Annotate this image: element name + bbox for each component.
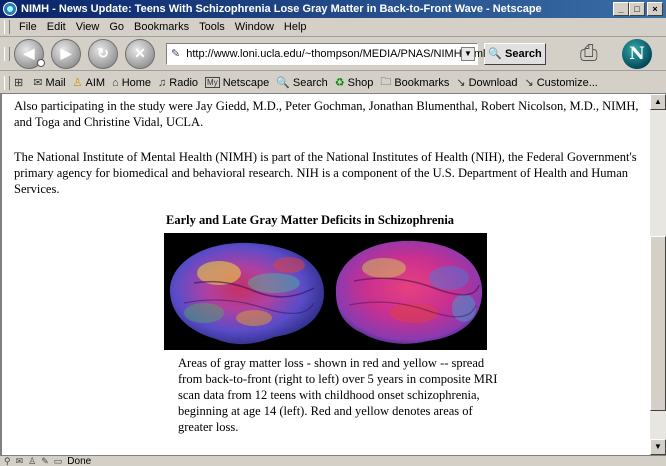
vertical-scrollbar[interactable]: ▲ ▼ — [650, 94, 666, 455]
url-field[interactable]: ✎ http://www.loni.ucla.edu/~thompson/MED… — [166, 42, 485, 65]
netscape-app-icon[interactable] — [3, 2, 17, 16]
figure-title: Early and Late Gray Matter Deficits in S… — [166, 213, 455, 227]
page-proxy-icon[interactable]: ✎ — [171, 48, 180, 60]
shop-icon: ♻ — [334, 77, 345, 89]
download-icon: ↘ — [456, 77, 466, 89]
status-bar: ⚲ ✉ ♙ ✎ ▭ Done — [0, 455, 666, 466]
menu-file[interactable]: File — [14, 21, 42, 33]
toolbar-customize[interactable]: ↘ Customize... — [524, 76, 598, 90]
navigation-toolbar: ◀ ▶ ↻ ✕ ✎ http://www.loni.ucla.edu/~thom… — [0, 37, 666, 71]
tab-toggle[interactable]: ⊞ — [14, 76, 26, 89]
window-controls: _ □ × — [613, 2, 663, 16]
toolbar-home[interactable]: ⌂ Home — [112, 77, 151, 89]
figure-caption: Areas of gray matter loss - shown in red… — [178, 356, 498, 434]
scroll-thumb[interactable] — [650, 236, 666, 411]
participants-paragraph: Also participating in the study were Jay… — [14, 99, 639, 129]
toolbar-grip[interactable] — [4, 75, 10, 90]
maximize-button[interactable]: □ — [629, 2, 645, 16]
nimh-paragraph: The National Institute of Mental Health … — [14, 150, 637, 196]
mail-status-icon[interactable]: ✉ — [16, 456, 24, 466]
toolbar-search[interactable]: 🔍 Search — [276, 76, 328, 90]
menu-help[interactable]: Help — [279, 21, 312, 33]
reload-button[interactable]: ↻ — [88, 38, 118, 69]
toolbar-bookmarks[interactable]: 🗀 Bookmarks — [380, 73, 449, 92]
toolbar-mail-label: Mail — [45, 76, 66, 89]
menu-bookmarks[interactable]: Bookmarks — [129, 21, 194, 33]
url-text: http://www.loni.ucla.edu/~thompson/MEDIA… — [186, 47, 486, 60]
tab-icon: ⊞ — [14, 77, 24, 89]
toolbar-mail[interactable]: ✉ Mail — [33, 76, 66, 90]
aim-icon: ♙ — [72, 77, 83, 89]
toolbar-aim[interactable]: ♙ AIM — [72, 76, 106, 90]
toolbar-download[interactable]: ↘ Download — [456, 76, 518, 90]
search-icon: 🔍 — [276, 77, 290, 89]
toolbar-bookmarks-label: Bookmarks — [394, 76, 450, 89]
window-title: NIMH - News Update: Teens With Schizophr… — [21, 3, 542, 15]
reload-icon: ↻ — [97, 45, 109, 61]
menu-edit[interactable]: Edit — [42, 21, 71, 33]
personal-toolbar: ⊞ ✉ Mail ♙ AIM ⌂ Home ♫ Radio My Netscape 🔍 Se… — [0, 72, 666, 94]
netscape-logo[interactable]: N — [622, 39, 652, 69]
toolbar-netscape-label: Netscape — [222, 76, 270, 89]
toolbar-radio[interactable]: ♫ Radio — [158, 77, 198, 89]
menu-window[interactable]: Window — [230, 21, 279, 33]
composer-icon[interactable]: ✎ — [41, 456, 49, 466]
scroll-down-icon: ▼ — [654, 442, 662, 451]
minimize-button[interactable]: _ — [613, 2, 629, 16]
back-dropdown-icon[interactable] — [37, 58, 45, 67]
back-arrow-icon: ◀ — [23, 45, 35, 61]
mail-icon: ✉ — [33, 77, 43, 89]
stop-button[interactable]: ✕ — [125, 38, 155, 69]
print-icon[interactable]: ⎙ — [580, 39, 610, 67]
brain-mri-image — [164, 233, 487, 350]
title-bar: NIMH - News Update: Teens With Schizophr… — [0, 0, 666, 18]
scroll-up-icon: ▲ — [654, 97, 662, 106]
customize-icon: ↘ — [524, 77, 534, 89]
close-button[interactable]: × — [647, 2, 663, 16]
stop-icon: ✕ — [134, 45, 146, 61]
menu-go[interactable]: Go — [104, 21, 129, 33]
forward-button[interactable]: ▶ — [51, 38, 81, 69]
forward-arrow-icon: ▶ — [60, 45, 72, 61]
toolbar-radio-label: Radio — [169, 76, 199, 89]
home-icon: ⌂ — [112, 76, 119, 89]
toolbar-home-label: Home — [121, 76, 152, 89]
toolbar-shop[interactable]: ♻ Shop — [334, 76, 374, 90]
my-netscape-icon: My — [205, 77, 220, 88]
scroll-up-button[interactable]: ▲ — [650, 94, 666, 110]
toolbar-shop-label: Shop — [347, 76, 374, 89]
toolbar-my-netscape[interactable]: My Netscape — [205, 77, 269, 89]
menu-tools[interactable]: Tools — [194, 21, 230, 33]
scroll-down-button[interactable]: ▼ — [650, 439, 666, 455]
toolbar-search-label: Search — [292, 76, 328, 89]
back-button[interactable]: ◀ — [14, 38, 45, 69]
search-button[interactable]: 🔍 Search — [484, 42, 546, 65]
search-icon: 🔍 — [488, 48, 502, 60]
toolbar-download-label: Download — [468, 76, 518, 89]
url-dropdown-icon[interactable]: ▼ — [461, 46, 475, 61]
toolbar-grip[interactable] — [4, 46, 10, 61]
toolbar-grip[interactable] — [4, 20, 10, 34]
bookmarks-folder-icon: 🗀 — [380, 76, 392, 88]
address-book-icon[interactable]: ▭ — [54, 456, 63, 466]
navigator-icon[interactable]: ⚲ — [4, 456, 11, 466]
search-button-label: Search — [505, 47, 542, 60]
radio-icon: ♫ — [158, 76, 167, 89]
brain-illustration — [164, 233, 487, 350]
aim-status-icon[interactable]: ♙ — [28, 456, 36, 466]
menu-bar: File Edit View Go Bookmarks Tools Window… — [0, 18, 666, 37]
toolbar-aim-label: AIM — [85, 76, 106, 89]
toolbar-customize-label: Customize... — [536, 76, 598, 89]
menu-view[interactable]: View — [71, 21, 105, 33]
page-content: Also participating in the study were Jay… — [0, 94, 650, 455]
status-text: Done — [67, 455, 92, 466]
